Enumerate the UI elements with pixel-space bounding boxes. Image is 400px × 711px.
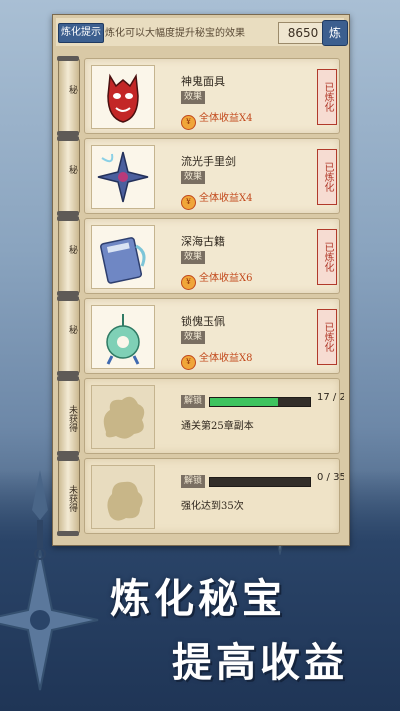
unknown-treasure-icon [91, 385, 155, 449]
unknown-treasure-icon [91, 465, 155, 529]
unlock-tag: 解锁 [181, 395, 205, 408]
refined-stamp: 已炼化 [317, 229, 337, 285]
effect-tag: 效果 [181, 331, 205, 344]
treasure-name: 流光手里剑 [181, 155, 236, 168]
scroll-tab: 秘 [57, 216, 80, 296]
effect-text: ¥ 全体收益X4 [181, 109, 252, 130]
effect-text: ¥ 全体收益X4 [181, 189, 252, 210]
unlock-progress-bar [209, 397, 311, 407]
effect-text: ¥ 全体收益X8 [181, 349, 252, 370]
tip-badge: 炼化提示 [58, 23, 104, 43]
shuriken-icon [91, 145, 155, 209]
tip-text: 炼化可以大幅度提升秘宝的效果 [105, 28, 245, 39]
list-item[interactable]: 秘 流光手里剑 效果 ¥ 全体收益X4 已炼化 [56, 136, 344, 216]
slogan-line-1: 炼化秘宝 [110, 575, 286, 622]
coin-icon: ¥ [181, 115, 196, 130]
effect-text: ¥ 全体收益X6 [181, 269, 252, 290]
scroll-tab: 未获得 [57, 456, 80, 536]
unlock-condition: 通关第25章副本 [181, 421, 254, 432]
coin-icon: ¥ [181, 195, 196, 210]
list-item-locked[interactable]: 未获得 解锁 17 / 25 通关第25章副本 [56, 376, 344, 456]
refined-stamp: 已炼化 [317, 69, 337, 125]
treasure-card[interactable]: 锁傀玉佩 效果 ¥ 全体收益X8 已炼化 [84, 298, 340, 374]
slogan-line-2: 提高收益 [172, 639, 348, 686]
locked-treasure-card[interactable]: 解锁 17 / 25 通关第25章副本 [84, 378, 344, 454]
jade-pendant-icon [91, 305, 155, 369]
ancient-book-icon [91, 225, 155, 289]
list-item[interactable]: 秘 锁傀玉佩 效果 ¥ 全体收益X8 已炼化 [56, 296, 344, 376]
effect-tag: 效果 [181, 251, 205, 264]
treasure-card[interactable]: 深海古籍 效果 ¥ 全体收益X6 已炼化 [84, 218, 340, 294]
shuriken-decoration-left [0, 549, 99, 691]
treasure-list[interactable]: 秘 神鬼面具 效果 ¥ 全体收益X4 已炼化 秘 流光手里剑 效果 ¥ 全体收益… [56, 50, 344, 544]
progress-text: 17 / 25 [317, 392, 344, 403]
locked-treasure-card[interactable]: 解锁 0 / 35 强化达到35次 [84, 458, 344, 534]
progress-fill [210, 398, 278, 406]
scroll-tab: 未获得 [57, 376, 80, 456]
demon-mask-icon [91, 65, 155, 129]
list-item[interactable]: 秘 深海古籍 效果 ¥ 全体收益X6 已炼化 [56, 216, 344, 296]
unlock-condition: 强化达到35次 [181, 501, 244, 512]
scroll-tab: 秘 [57, 136, 80, 216]
currency-value: 8650 [278, 22, 328, 44]
effect-tag: 效果 [181, 91, 205, 104]
coin-icon: ¥ [181, 275, 196, 290]
treasure-name: 神鬼面具 [181, 75, 225, 88]
list-item-locked[interactable]: 未获得 解锁 0 / 35 强化达到35次 [56, 456, 344, 536]
scroll-tab: 秘 [57, 56, 80, 136]
treasure-name: 锁傀玉佩 [181, 315, 225, 328]
treasure-name: 深海古籍 [181, 235, 225, 248]
refined-stamp: 已炼化 [317, 309, 337, 365]
progress-text: 0 / 35 [317, 472, 344, 483]
refine-button[interactable]: 炼 [322, 20, 348, 46]
coin-icon: ¥ [181, 355, 196, 370]
list-item[interactable]: 秘 神鬼面具 效果 ¥ 全体收益X4 已炼化 [56, 56, 344, 136]
refined-stamp: 已炼化 [317, 149, 337, 205]
effect-tag: 效果 [181, 171, 205, 184]
treasure-card[interactable]: 神鬼面具 效果 ¥ 全体收益X4 已炼化 [84, 58, 340, 134]
treasure-card[interactable]: 流光手里剑 效果 ¥ 全体收益X4 已炼化 [84, 138, 340, 214]
scroll-tab: 秘 [57, 296, 80, 376]
unlock-tag: 解锁 [181, 475, 205, 488]
unlock-progress-bar [209, 477, 311, 487]
